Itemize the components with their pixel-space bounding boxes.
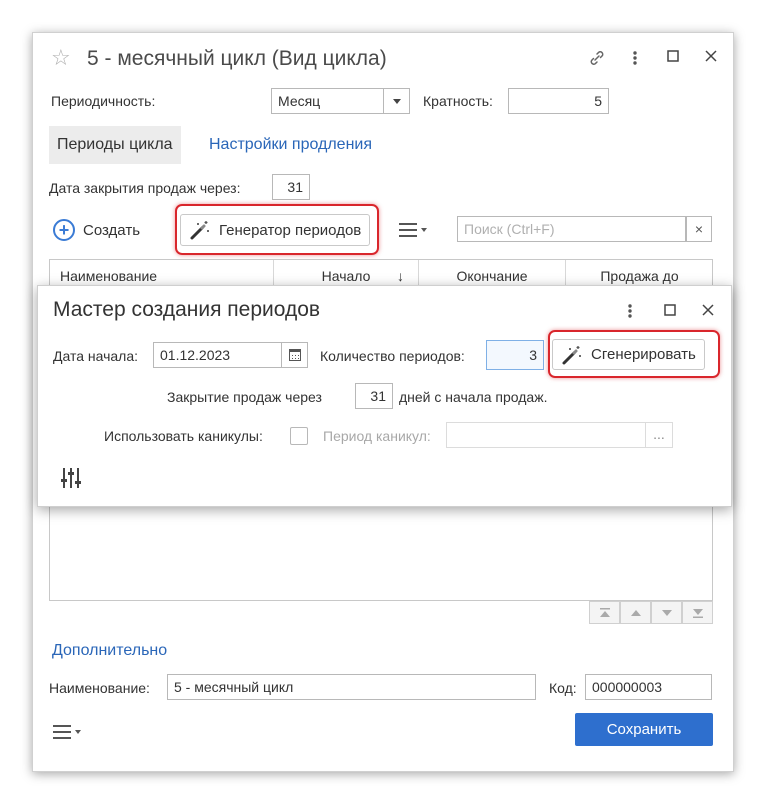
period-generator-label: Генератор периодов <box>219 221 362 239</box>
create-button[interactable]: + Создать <box>53 217 140 243</box>
maximize-icon[interactable] <box>660 303 680 321</box>
count-input[interactable]: 3 <box>486 340 544 370</box>
additional-section-link[interactable]: Дополнительно <box>52 642 167 660</box>
column-header-sale-until-label: Продажа до <box>600 268 679 284</box>
row-navigation <box>589 601 713 624</box>
settings-sliders-icon[interactable] <box>60 466 82 493</box>
move-last-button[interactable] <box>682 601 713 624</box>
move-up-button[interactable] <box>620 601 651 624</box>
tab-renewal-settings[interactable]: Настройки продления <box>209 126 372 164</box>
close-icon[interactable] <box>701 49 721 67</box>
move-first-button[interactable] <box>589 601 620 624</box>
move-down-button[interactable] <box>651 601 682 624</box>
close-sales-input[interactable]: 31 <box>355 383 393 409</box>
chevron-down-icon <box>421 228 427 232</box>
more-actions-menu[interactable] <box>399 223 427 237</box>
generate-button-label: Сгенерировать <box>591 346 696 363</box>
form-actions-menu[interactable] <box>53 725 81 739</box>
move-last-icon <box>692 608 703 618</box>
window-title: 5 - месячный цикл (Вид цикла) <box>87 47 387 70</box>
close-sales-suffix: дней с начала продаж. <box>399 389 548 405</box>
holiday-period-label: Период каникул: <box>323 428 431 444</box>
start-date-label: Дата начала: <box>53 348 139 364</box>
start-date-input[interactable]: 01.12.2023 <box>153 342 282 368</box>
periodicity-dropdown-button[interactable] <box>384 88 410 114</box>
magic-wand-icon <box>190 221 209 240</box>
more-vertical-icon[interactable] <box>625 49 645 71</box>
clear-search-button[interactable]: × <box>686 216 712 242</box>
column-header-name-label: Наименование <box>60 268 158 284</box>
chevron-down-icon <box>392 98 401 104</box>
calendar-button[interactable] <box>282 342 308 368</box>
magic-wand-icon <box>562 345 581 364</box>
move-first-icon <box>599 607 610 617</box>
multiplicity-label: Кратность: <box>423 93 493 109</box>
column-header-start-label: Начало <box>321 268 371 284</box>
menu-icon <box>53 725 71 739</box>
star-icon[interactable]: ☆ <box>51 47 71 69</box>
sales-close-label: Дата закрытия продаж через: <box>49 180 241 196</box>
code-input[interactable]: 000000003 <box>585 674 712 700</box>
use-holidays-checkbox[interactable] <box>290 427 308 445</box>
calendar-icon <box>288 349 301 361</box>
periodicity-select[interactable]: Месяц <box>271 88 384 114</box>
maximize-icon[interactable] <box>663 49 683 67</box>
close-sales-label: Закрытие продаж через <box>167 389 322 405</box>
generate-button[interactable]: Сгенерировать <box>552 339 705 370</box>
sales-close-input[interactable]: 31 <box>272 174 310 200</box>
name-label: Наименование: <box>49 680 150 696</box>
close-icon[interactable] <box>698 303 718 321</box>
use-holidays-label: Использовать каникулы: <box>104 428 263 444</box>
holiday-period-input[interactable] <box>446 422 646 448</box>
periodicity-label: Периодичность: <box>51 93 156 109</box>
move-down-icon <box>661 609 672 616</box>
search-input[interactable]: Поиск (Ctrl+F) <box>457 216 686 242</box>
chevron-down-icon <box>75 730 81 734</box>
link-icon[interactable] <box>585 49 609 71</box>
period-wizard-dialog: Мастер создания периодов Дата начала: 01… <box>37 285 732 507</box>
holiday-period-select-button[interactable]: ... <box>646 422 673 448</box>
period-generator-button[interactable]: Генератор периодов <box>180 214 371 246</box>
name-input[interactable]: 5 - месячный цикл <box>167 674 536 700</box>
plus-circle-icon: + <box>53 219 75 241</box>
tab-periods[interactable]: Периоды цикла <box>49 126 181 164</box>
column-header-end-label: Окончание <box>456 268 528 284</box>
dialog-title: Мастер создания периодов <box>53 298 321 321</box>
more-vertical-icon[interactable] <box>622 302 638 324</box>
create-button-label: Создать <box>83 221 141 239</box>
count-label: Количество периодов: <box>320 348 465 364</box>
menu-icon <box>399 223 417 237</box>
move-up-icon <box>630 609 641 616</box>
multiplicity-input[interactable]: 5 <box>508 88 609 114</box>
code-label: Код: <box>549 680 577 696</box>
save-button[interactable]: Сохранить <box>575 713 713 746</box>
